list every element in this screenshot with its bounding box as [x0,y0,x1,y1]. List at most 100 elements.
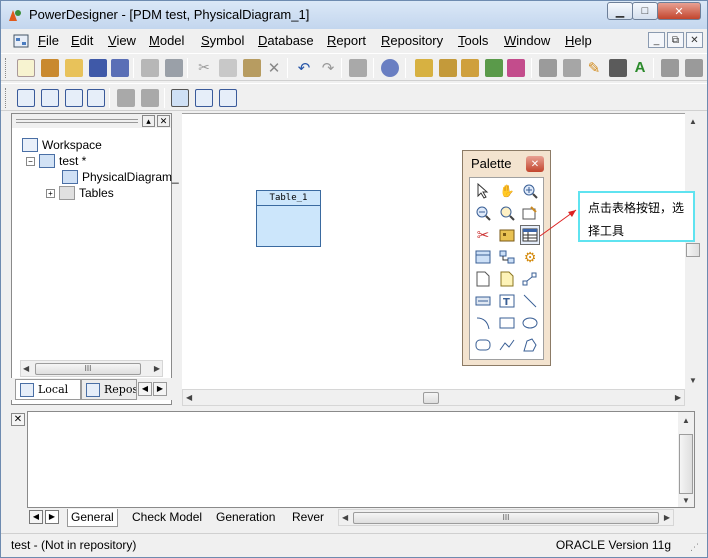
minimize-button[interactable]: ▁ [607,2,633,20]
more-icon[interactable] [685,59,703,77]
text-icon[interactable]: T [497,291,517,311]
font-icon[interactable]: A [631,59,649,77]
scroll-left-icon[interactable]: ◀ [186,393,192,402]
refresh-icon[interactable] [485,59,503,77]
scroll-thumb[interactable] [686,243,700,257]
procedure-icon[interactable]: ⚙ [520,247,540,267]
cut-icon[interactable]: ✂ [195,59,213,77]
report-icon[interactable] [507,59,525,77]
tree-item-tables[interactable]: + Tables [46,186,114,200]
rounded-rectangle-icon[interactable] [473,335,493,355]
toolbar-grip[interactable] [5,58,8,78]
generate-icon[interactable] [439,59,457,77]
mdi-minimize-button[interactable]: _ [648,32,665,48]
canvas-horizontal-scrollbar[interactable]: ◀ ▶ [182,389,685,406]
print-icon[interactable] [165,59,183,77]
output-toggle-icon[interactable] [195,89,213,107]
align-icon[interactable] [661,59,679,77]
line-icon[interactable] [520,291,540,311]
menu-database[interactable]: Database [258,33,314,48]
paste-icon[interactable] [243,59,261,77]
reference-icon[interactable] [497,247,517,267]
check-model-icon[interactable] [415,59,433,77]
file-icon[interactable] [473,269,493,289]
tab-repository[interactable]: Repos [81,379,137,400]
previous-diagram-icon[interactable] [117,89,135,107]
tree-item-model[interactable]: − test * [26,154,86,168]
close-button[interactable]: ✕ [657,2,701,20]
grabber-hand-icon[interactable]: ✋ [497,181,517,201]
scroll-down-icon[interactable]: ▼ [689,376,697,385]
scroll-up-icon[interactable]: ▲ [682,416,690,425]
tab-reverse[interactable]: Rever [289,509,334,527]
tab-scroll-left-button[interactable]: ◀ [29,510,43,524]
redo-icon[interactable]: ↷ [319,59,337,77]
note-icon[interactable] [497,269,517,289]
browser-close-button[interactable]: ✕ [157,115,170,127]
palette-close-button[interactable]: ✕ [526,156,544,172]
menu-report[interactable]: Report [327,33,366,48]
scroll-right-icon[interactable]: ▶ [664,513,670,522]
menu-window[interactable]: Window [504,33,550,48]
delete-icon[interactable]: ✂ [473,225,493,245]
ellipse-icon[interactable] [520,313,540,333]
browser-collapse-button[interactable]: ▴ [142,115,155,127]
toolbar-grip[interactable] [5,88,8,108]
new-project-icon[interactable] [41,59,59,77]
find-icon[interactable] [381,59,399,77]
arc-icon[interactable] [473,313,493,333]
output-text-area[interactable] [27,411,695,508]
print-preview-icon[interactable] [141,59,159,77]
menu-tools[interactable]: Tools [458,33,488,48]
output-vertical-scrollbar[interactable]: ▲ ▼ [678,412,694,507]
menu-view[interactable]: View [108,33,136,48]
view-diagram-icon[interactable] [87,89,105,107]
brush-icon[interactable]: ✎ [585,59,603,77]
new-icon[interactable] [17,59,35,77]
diagram-icon[interactable] [65,89,83,107]
menu-symbol[interactable]: Symbol [201,33,244,48]
fill-icon[interactable] [609,59,627,77]
browser-horizontal-scrollbar[interactable]: ◀ III ▶ [20,360,163,377]
canvas-vertical-scrollbar[interactable]: ▲ ▼ [685,113,701,389]
delete-icon[interactable]: ✕ [265,59,283,77]
view-icon[interactable] [473,247,493,267]
reverse-engineer-icon[interactable] [461,59,479,77]
package-icon[interactable] [497,225,517,245]
menu-model[interactable]: Model [149,33,184,48]
ungroup-icon[interactable] [563,59,581,77]
tree-item-diagram[interactable]: PhysicalDiagram_ [62,170,179,184]
table-symbol[interactable]: Table_1 [256,190,321,247]
resize-grip-icon[interactable]: ⋰ [690,542,699,553]
output-horizontal-scrollbar[interactable]: ◀ III ▶ [338,509,674,526]
next-diagram-icon[interactable] [141,89,159,107]
zoom-out-icon[interactable] [473,203,493,223]
scroll-right-icon[interactable]: ▶ [154,364,160,373]
tab-local[interactable]: Local [15,379,81,400]
tab-general[interactable]: General [67,509,118,527]
output-close-button[interactable]: ✕ [11,413,25,426]
result-list-icon[interactable] [219,89,237,107]
scroll-down-icon[interactable]: ▼ [682,496,690,505]
link-icon[interactable] [520,269,540,289]
scroll-up-icon[interactable]: ▲ [689,117,697,126]
save-icon[interactable] [89,59,107,77]
tab-scroll-right-button[interactable]: ▶ [153,382,167,396]
copy-icon[interactable] [219,59,237,77]
tab-check-model[interactable]: Check Model [129,509,205,527]
scroll-thumb[interactable] [423,392,439,404]
scroll-left-icon[interactable]: ◀ [23,364,29,373]
diagram-canvas[interactable] [182,113,685,389]
undo-icon[interactable]: ↶ [295,59,313,77]
tab-generation[interactable]: Generation [213,509,278,527]
tab-scroll-left-button[interactable]: ◀ [138,382,152,396]
rectangle-icon[interactable] [497,313,517,333]
scroll-thumb[interactable]: III [353,512,659,524]
collapse-icon[interactable]: − [26,156,35,166]
mdi-restore-button[interactable]: ⧉ [667,32,684,48]
tab-scroll-right-button[interactable]: ▶ [45,510,59,524]
scroll-right-icon[interactable]: ▶ [675,393,681,402]
properties-icon[interactable] [349,59,367,77]
menu-file[interactable]: File [38,33,59,48]
polyline-icon[interactable] [497,335,517,355]
